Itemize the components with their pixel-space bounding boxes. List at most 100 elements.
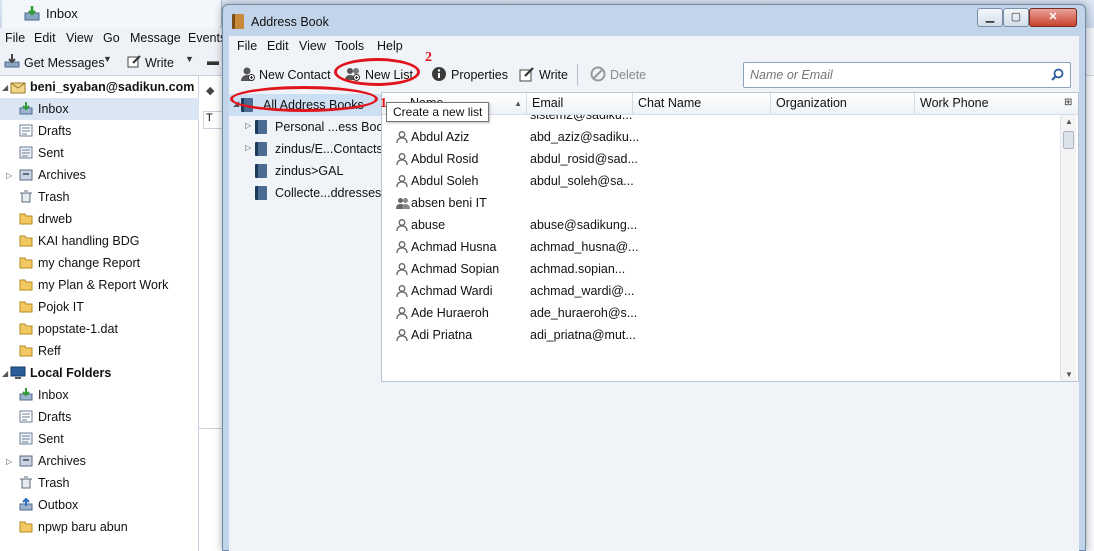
close-button[interactable]: ✕	[1029, 8, 1077, 27]
folder-inbox[interactable]: Inbox	[0, 384, 199, 406]
folder-label: npwp baru abun	[38, 520, 128, 534]
folder-popstate-1-dat[interactable]: popstate-1.dat	[0, 318, 199, 340]
menu-go[interactable]: Go	[103, 31, 120, 45]
menu-edit[interactable]: Edit	[34, 31, 56, 45]
dir-personal-address-book[interactable]: ▷ Personal ...ess Book	[229, 116, 390, 138]
dir-zindus-gal[interactable]: zindus>GAL	[229, 160, 381, 182]
table-row[interactable]: absen beni IT	[382, 192, 1060, 214]
folder-drweb[interactable]: drweb	[0, 208, 199, 230]
dir-zindus-contacts[interactable]: ▷ zindus/E...Contacts	[229, 138, 383, 160]
write-button[interactable]: Write	[127, 54, 174, 71]
folder-reff[interactable]: Reff	[0, 340, 199, 362]
folder-trash[interactable]: Trash	[0, 472, 199, 494]
folder-icon	[19, 322, 33, 335]
expand-triangle-icon[interactable]: ▷	[6, 171, 12, 180]
folder-label: Sent	[38, 432, 64, 446]
ab-menu-help[interactable]: Help	[377, 39, 403, 53]
folder-icon	[19, 300, 33, 313]
menu-message[interactable]: Message	[130, 31, 181, 45]
account-icon	[10, 80, 26, 94]
sort-arrow-icon: ▲	[514, 99, 522, 108]
search-icon[interactable]	[1051, 68, 1064, 84]
table-row[interactable]: Adi Priatna adi_priatna@mut...	[382, 324, 1060, 346]
table-row[interactable]: Abdul Aziz abd_aziz@sadiku...	[382, 126, 1060, 148]
expand-triangle-icon[interactable]: ◢	[2, 369, 8, 378]
write-label: Write	[145, 55, 174, 70]
delete-button[interactable]: Delete	[590, 64, 646, 86]
folder-pojok-it[interactable]: Pojok IT	[0, 296, 199, 318]
address-book-icon	[232, 14, 244, 29]
folder-my-change-report[interactable]: my change Report	[0, 252, 199, 274]
maximize-button[interactable]: ▢	[1003, 8, 1029, 27]
folder-archives[interactable]: ▷ Archives	[0, 164, 199, 186]
chat-icon[interactable]: ▬	[207, 54, 219, 68]
address-book-client: File Edit View Tools Help New Contact Ne…	[229, 36, 1079, 551]
column-work-phone[interactable]: Work Phone	[914, 93, 1060, 115]
properties-button[interactable]: Properties	[431, 64, 508, 86]
menu-view[interactable]: View	[66, 31, 93, 45]
contact-details-pane	[381, 382, 1079, 551]
folder-outbox[interactable]: Outbox	[0, 494, 199, 516]
sent-icon	[19, 432, 33, 445]
folder-inbox[interactable]: Inbox	[0, 98, 199, 120]
table-row[interactable]: Abdul Soleh abdul_soleh@sa...	[382, 170, 1060, 192]
table-row[interactable]: Ade Huraeroh ade_huraeroh@s...	[382, 302, 1060, 324]
vertical-scrollbar[interactable]: ▲ ▼	[1060, 115, 1076, 381]
column-email[interactable]: Email	[526, 93, 632, 115]
expand-triangle-icon[interactable]: ▷	[245, 143, 251, 152]
chevron-down-icon[interactable]: ▼	[185, 54, 194, 64]
scroll-thumb[interactable]	[1063, 131, 1074, 149]
ab-menu-view[interactable]: View	[299, 39, 326, 53]
column-chat-name[interactable]: Chat Name	[632, 93, 770, 115]
scroll-down-icon[interactable]: ▼	[1065, 370, 1073, 379]
folder-icon	[19, 520, 33, 533]
contact-email: ade_huraeroh@s...	[530, 306, 638, 320]
table-row[interactable]: abuse abuse@sadikung...	[382, 214, 1060, 236]
table-row[interactable]: Achmad Husna achmad_husna@...	[382, 236, 1060, 258]
folder-sent[interactable]: Sent	[0, 428, 199, 450]
expand-triangle-icon[interactable]: ▷	[245, 121, 251, 130]
address-book-titlebar[interactable]: Address Book ▁ ▢ ✕	[223, 5, 1085, 35]
dir-label: Personal ...ess Book	[275, 120, 390, 134]
minimize-button[interactable]: ▁	[977, 8, 1003, 27]
dir-collected-addresses[interactable]: Collecte...ddresses	[229, 182, 381, 204]
account-row[interactable]: ◢ beni_syaban@sadikun.com	[0, 76, 199, 98]
folder-icon	[19, 344, 33, 357]
ab-menu-edit[interactable]: Edit	[267, 39, 289, 53]
tab-inbox[interactable]: Inbox	[2, 0, 222, 28]
local-folders-row[interactable]: ◢ Local Folders	[0, 362, 199, 384]
expand-triangle-icon[interactable]: ◢	[2, 83, 8, 92]
contact-icon	[396, 329, 408, 342]
window-title: Address Book	[251, 15, 329, 29]
folder-sent[interactable]: Sent	[0, 142, 199, 164]
search-input[interactable]	[750, 67, 1040, 83]
scroll-up-icon[interactable]: ▲	[1065, 117, 1073, 126]
table-row[interactable]: Achmad Wardi achmad_wardi@...	[382, 280, 1060, 302]
folder-drafts[interactable]: Drafts	[0, 120, 199, 142]
folder-kai-handling-bdg[interactable]: KAI handling BDG	[0, 230, 199, 252]
folder-npwp-baru-abun[interactable]: npwp baru abun	[0, 516, 199, 538]
expand-triangle-icon[interactable]: ▷	[6, 457, 12, 466]
menu-events[interactable]: Events	[188, 31, 226, 45]
menu-file[interactable]: File	[5, 31, 25, 45]
ab-menu-file[interactable]: File	[237, 39, 257, 53]
write-button[interactable]: Write	[519, 64, 568, 86]
new-contact-button[interactable]: New Contact	[239, 64, 331, 86]
contact-name: Achmad Wardi	[411, 284, 493, 298]
column-organization[interactable]: Organization	[770, 93, 914, 115]
contact-email: abuse@sadikung...	[530, 218, 638, 232]
folder-trash[interactable]: Trash	[0, 186, 199, 208]
chevron-down-icon[interactable]: ▼	[103, 54, 112, 64]
column-picker-icon[interactable]: ⊞	[1064, 97, 1076, 109]
ab-menu-tools[interactable]: Tools	[335, 39, 364, 53]
search-box[interactable]	[743, 62, 1071, 88]
get-messages-button[interactable]: Get Messages	[4, 54, 105, 71]
table-row[interactable]: Achmad Sopian achmad.sopian...	[382, 258, 1060, 280]
folder-archives[interactable]: ▷ Archives	[0, 450, 199, 472]
folder-icon	[19, 234, 33, 247]
folder-my-plan-report-work[interactable]: my Plan & Report Work	[0, 274, 199, 296]
contact-name: Abdul Rosid	[411, 152, 479, 166]
annotation-number-1: 1	[380, 96, 387, 111]
folder-drafts[interactable]: Drafts	[0, 406, 199, 428]
table-row[interactable]: Abdul Rosid abdul_rosid@sad...	[382, 148, 1060, 170]
